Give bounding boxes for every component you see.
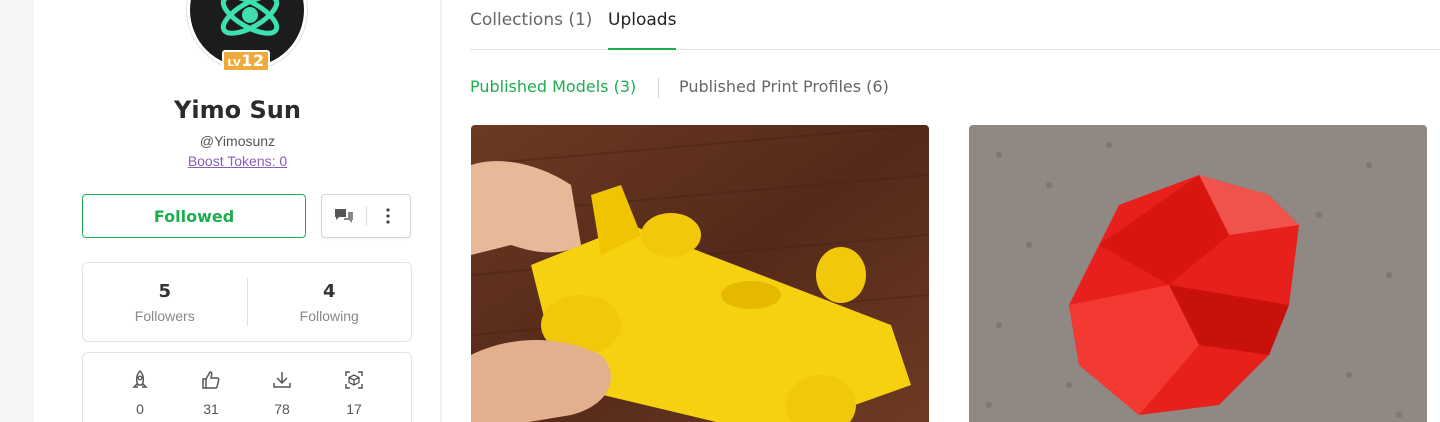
followers-stat[interactable]: 5 Followers — [83, 281, 247, 324]
likes-count: 31 — [203, 401, 219, 417]
subtab-published-models[interactable]: Published Models (3) — [470, 77, 636, 96]
boost-tokens-link[interactable]: Boost Tokens: 0 — [34, 153, 441, 169]
likes-stat: 31 — [181, 369, 241, 417]
followers-label: Followers — [134, 307, 195, 324]
prints-stat: 17 — [324, 369, 384, 417]
model-thumbnail — [969, 125, 1427, 422]
chat-bubbles-icon — [334, 209, 353, 223]
following-label: Following — [299, 307, 359, 324]
prints-count: 17 — [346, 401, 362, 417]
boost-count: 0 — [136, 401, 144, 417]
download-icon — [273, 372, 291, 388]
main-content: Collections (1) Uploads Published Models… — [442, 0, 1440, 422]
model-thumbnail — [471, 125, 929, 422]
boost-rocket-icon — [132, 369, 148, 388]
follow-stats: 5 Followers 4 Following — [82, 262, 412, 342]
following-stat[interactable]: 4 Following — [248, 281, 412, 324]
tab-collections[interactable]: Collections (1) — [470, 10, 592, 50]
profile-tabs: Collections (1) Uploads — [470, 0, 1440, 50]
more-options-button[interactable] — [367, 195, 411, 237]
followed-button[interactable]: Followed — [82, 194, 306, 238]
profile-actions-group — [321, 194, 411, 238]
model-card[interactable] — [969, 125, 1427, 422]
more-vertical-icon — [386, 208, 390, 224]
level-badge: LV12 — [222, 50, 270, 72]
activity-stats: 0 31 78 17 — [82, 352, 412, 422]
tab-uploads[interactable]: Uploads — [608, 10, 677, 50]
level-number: 12 — [241, 51, 265, 70]
level-prefix: LV — [227, 58, 242, 69]
subtab-published-print-profiles[interactable]: Published Print Profiles (6) — [679, 77, 889, 96]
downloads-count: 78 — [274, 401, 290, 417]
downloads-stat: 78 — [252, 369, 312, 417]
message-button[interactable] — [322, 195, 366, 237]
user-name: Yimo Sun — [174, 96, 301, 124]
thumbs-up-icon — [202, 371, 220, 389]
profile-sidebar: LV12 Yimo Sun @Yimosunz Boost Tokens: 0 … — [34, 0, 441, 422]
subtab-separator — [658, 78, 659, 98]
following-count: 4 — [322, 280, 336, 302]
3d-print-icon — [345, 371, 363, 389]
boost-stat: 0 — [110, 369, 170, 417]
followers-count: 5 — [158, 280, 172, 302]
model-card[interactable] — [471, 125, 929, 422]
user-handle: @Yimosunz — [199, 133, 276, 149]
